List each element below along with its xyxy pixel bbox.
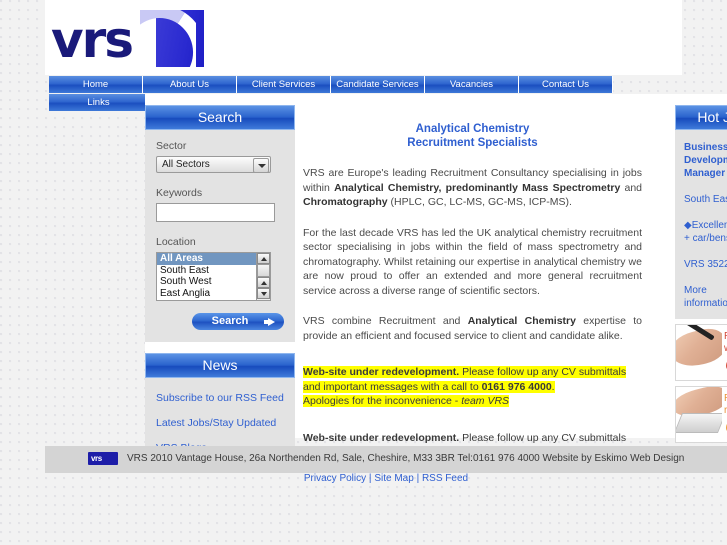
keywords-input[interactable] <box>156 203 275 222</box>
news-panel-title: News <box>145 353 295 378</box>
notice-hl-text2: . <box>551 380 555 393</box>
scroll-up-secondary-icon[interactable] <box>257 277 270 288</box>
history-paragraph: For the last decade VRS has led the UK a… <box>303 226 642 297</box>
main-navigation: Home About Us Client Services Candidate … <box>49 76 682 94</box>
intro-paragraph: VRS are Europe's leading Recruitment Con… <box>303 166 642 210</box>
scrollbar-thumb[interactable] <box>257 264 270 277</box>
page-title: Analytical Chemistry Recruitment Special… <box>303 122 642 150</box>
search-panel-title: Search <box>145 105 295 130</box>
footer-address: VRS 2010 Vantage House, 26a Northenden R… <box>127 453 685 464</box>
right-sidebar: Hot Jobs Business Development Manager So… <box>675 105 727 443</box>
combine-text-b: Analytical Chemistry <box>467 315 576 327</box>
left-sidebar: Search Sector All Sectors Keywords Locat… <box>145 105 295 468</box>
nav-item-client-services[interactable]: Client Services <box>237 76 331 93</box>
logo-swoosh-icon <box>140 10 196 67</box>
notice-hl-line1: Web-site under redevelopment. Please fol… <box>303 366 627 393</box>
sector-label: Sector <box>156 140 187 152</box>
hot-jobs-body: Business Development Manager South East … <box>675 130 727 319</box>
hot-jobs-title: Hot Jobs <box>675 105 727 130</box>
notice-hl-apology: Apologies for the inconvenience - <box>303 395 462 407</box>
content-area: Search Sector All Sectors Keywords Locat… <box>145 94 727 473</box>
search-button-label: Search <box>211 315 249 327</box>
nav-item-links[interactable]: Links <box>49 94 149 111</box>
main-content: Analytical Chemistry Recruitment Special… <box>295 105 650 474</box>
location-option-all-areas[interactable]: All Areas <box>157 253 270 265</box>
footer-links: Privacy Policy | Site Map | RSS Feed <box>45 473 727 484</box>
search-button[interactable]: Search <box>192 313 284 330</box>
footer-logo-text: vrs <box>91 454 102 463</box>
sector-select[interactable]: All Sectors <box>156 156 271 173</box>
page-title-line2: Recruitment Specialists <box>407 137 538 149</box>
intro-text-c: and <box>620 181 643 194</box>
nav-item-candidate-services[interactable]: Candidate Services <box>331 76 425 93</box>
notice-plain-bold: Web-site under redevelopment. <box>303 431 460 444</box>
intro-text-d: Chromatography <box>303 196 388 208</box>
hot-job-reference: VRS 3522 HL <box>684 259 727 270</box>
hot-job-location: South East <box>684 194 727 205</box>
page-title-line1: Analytical Chemistry <box>415 123 530 135</box>
news-link-rss-feed[interactable]: Subscribe to our RSS Feed <box>156 392 284 404</box>
intro-text-e: (HPLC, GC, LC-MS, GC-MS, ICP-MS). <box>387 196 572 208</box>
keyboard-shape <box>676 413 722 433</box>
hand-on-keyboard-icon <box>676 387 722 442</box>
location-option-south-east[interactable]: South East <box>157 265 270 277</box>
nav-item-vacancies[interactable]: Vacancies <box>425 76 519 93</box>
nav-item-contact-us[interactable]: Contact Us <box>519 76 613 93</box>
notice-hl-bold: Web-site under redevelopment. <box>303 366 460 378</box>
notice-hl-line3: Apologies for the inconvenience - team V… <box>303 395 510 407</box>
hot-job-title[interactable]: Business Development Manager <box>684 141 727 180</box>
site-header: vrs <box>45 0 682 75</box>
notice-hl-phone: 0161 976 4000 <box>481 380 552 393</box>
hot-job-more-link[interactable]: More information.... <box>684 284 727 310</box>
site-logo[interactable]: vrs <box>49 8 204 70</box>
hot-job-salary: ◆Excellent + OTE + car/bens <box>684 220 727 244</box>
location-option-south-west[interactable]: South West <box>157 276 270 288</box>
location-listbox[interactable]: All Areas South East South West East Ang… <box>156 252 271 301</box>
search-panel-body: Sector All Sectors Keywords Location All… <box>145 130 295 342</box>
footer-logo[interactable]: vrs <box>88 452 118 465</box>
notice-hl-team: team VRS <box>461 395 510 407</box>
chevron-down-icon[interactable] <box>253 158 269 173</box>
location-option-east-anglia[interactable]: East Anglia <box>157 288 270 300</box>
sector-select-value: All Sectors <box>162 159 210 170</box>
intro-text-b: Analytical Chemistry, predominantly Mass… <box>334 181 621 194</box>
news-link-latest-jobs[interactable]: Latest Jobs/Stay Updated <box>156 417 284 429</box>
secondary-navigation: Links <box>49 94 149 111</box>
location-label: Location <box>156 236 196 248</box>
combine-text-a: VRS combine Recruitment and <box>303 315 468 327</box>
nav-item-home[interactable]: Home <box>49 76 143 93</box>
keywords-label: Keywords <box>156 187 203 199</box>
site-footer: vrs VRS 2010 Vantage House, 26a Northend… <box>45 446 727 473</box>
scroll-up-icon[interactable] <box>257 253 270 264</box>
location-scrollbar[interactable] <box>256 253 270 300</box>
combine-paragraph: VRS combine Recruitment and Analytical C… <box>303 314 642 343</box>
scroll-down-icon[interactable] <box>257 288 270 299</box>
notice-highlighted: Web-site under redevelopment. Please fol… <box>303 365 642 409</box>
promo-reward[interactable]: Reward referring More <box>675 386 727 443</box>
nav-item-about-us[interactable]: About Us <box>143 76 237 93</box>
arrow-right-icon <box>268 318 275 326</box>
promo-register[interactable]: Register with VRS More <box>675 324 727 381</box>
footer-link-rss-feed[interactable]: RSS Feed <box>422 473 468 484</box>
footer-link-site-map[interactable]: Site Map <box>374 473 413 484</box>
logo-wordmark: vrs <box>51 11 134 69</box>
footer-link-privacy-policy[interactable]: Privacy Policy <box>304 473 366 484</box>
page-container: vrs Home About Us Client Services Candid… <box>45 0 727 545</box>
hand-with-pen-icon <box>676 325 722 380</box>
